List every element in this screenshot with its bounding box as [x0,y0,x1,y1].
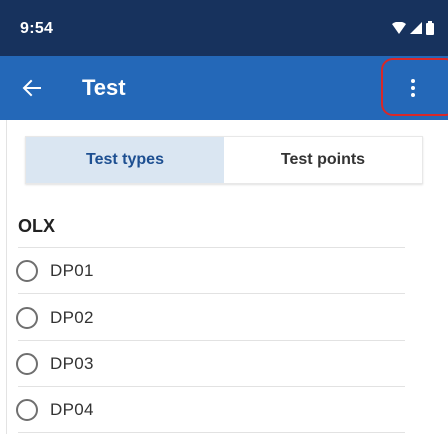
tab-test-types[interactable]: Test types [26,137,224,183]
option-label: DP03 [50,354,94,373]
option-label: DP02 [50,308,94,327]
section-title: OLX [18,216,56,236]
radio-button-icon[interactable] [16,353,38,375]
radio-option-dp03[interactable]: DP03 [16,343,416,385]
divider [18,247,405,248]
option-label: DP01 [50,261,94,280]
status-time: 9:54 [20,20,54,37]
more-vertical-icon [411,79,415,97]
cellular-signal-icon [410,22,422,34]
radio-option-dp01[interactable]: DP01 [16,250,416,292]
radio-button-icon[interactable] [16,399,38,421]
radio-option-dp02[interactable]: DP02 [16,297,416,339]
option-label: DP04 [50,400,94,419]
tab-test-points[interactable]: Test points [224,137,422,183]
back-button[interactable] [8,64,56,112]
radio-option-dp04[interactable]: DP04 [16,389,416,431]
divider [18,386,405,387]
tab-bar: Test types Test points [25,136,423,184]
content-left-divider [6,120,7,434]
radio-button-icon[interactable] [16,307,38,329]
more-options-button[interactable] [389,64,437,112]
divider [18,432,405,433]
app-bar: Test [0,56,448,120]
arrow-back-icon [22,79,41,97]
radio-button-icon[interactable] [16,260,38,282]
divider [18,293,405,294]
page-title: Test [82,75,126,100]
battery-icon [426,21,434,35]
status-bar: 9:54 [0,0,448,56]
divider [18,340,405,341]
status-icons [392,20,434,36]
wifi-icon [392,22,406,34]
